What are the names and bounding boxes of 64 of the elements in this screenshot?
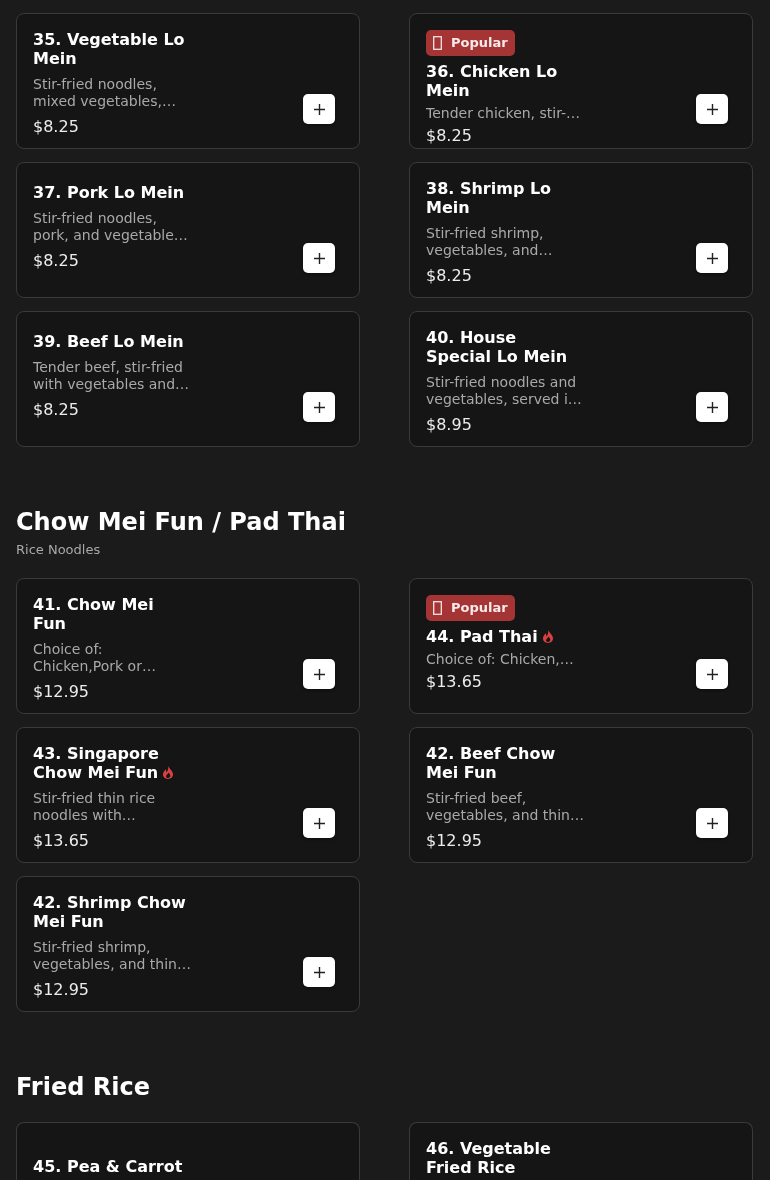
add-button[interactable] (696, 659, 728, 689)
add-button[interactable] (696, 808, 728, 838)
item-name: 37. Pork Lo Mein (33, 183, 185, 202)
add-button[interactable] (696, 243, 728, 273)
plus-icon (706, 817, 718, 829)
item-name: 38. Shrimp Lo Mein (426, 179, 552, 217)
item-price: $12.95 (33, 980, 89, 999)
add-button[interactable] (303, 94, 335, 124)
item-price: $8.25 (33, 117, 79, 136)
item-price: $8.25 (426, 126, 472, 145)
section-heading: Chow Mei Fun / Pad Thai (16, 508, 346, 537)
plus-icon (313, 668, 325, 680)
plus-icon (313, 401, 325, 413)
badge-label: Popular (451, 600, 508, 616)
item-name: 43. Singapore Chow Mei Fun (33, 744, 159, 782)
add-button[interactable] (303, 808, 335, 838)
item-price: $8.25 (426, 266, 472, 285)
item-name: 45. Pea & Carrot (33, 1157, 183, 1176)
plus-icon (706, 103, 718, 115)
item-price: $8.25 (33, 251, 79, 270)
item-name: 39. Beef Lo Mein (33, 332, 184, 351)
plus-icon (706, 668, 718, 680)
plus-icon (313, 103, 325, 115)
item-description: Stir-fried shrimp, vegetables, and… (426, 225, 554, 259)
plus-icon (706, 252, 718, 264)
item-description: Tender beef, stir-fried with vegetables and… (33, 359, 191, 393)
add-button[interactable] (303, 659, 335, 689)
section-subtitle: Rice Noodles (16, 542, 101, 558)
item-description: Stir-fried shrimp, vegetables, and thin… (33, 939, 192, 973)
add-button[interactable] (696, 94, 728, 124)
item-description: Stir-fried beef, vegetables, and thin… (426, 790, 585, 824)
item-name: 41. Chow Mei Fun (33, 595, 154, 633)
glyph-box-icon (433, 36, 442, 50)
item-name: 42. Shrimp Chow Mei Fun (33, 893, 186, 931)
add-button[interactable] (303, 243, 335, 273)
item-name: 44. Pad Thai (426, 627, 538, 646)
badge-label: Popular (451, 35, 508, 51)
item-price: $12.95 (426, 831, 482, 850)
item-description: Choice of: Chicken,Pork or… (33, 641, 157, 675)
item-price: $13.65 (33, 831, 89, 850)
item-name: 46. Vegetable Fried Rice (426, 1139, 551, 1177)
item-name: 36. Chicken Lo Mein (426, 62, 558, 100)
add-button[interactable] (303, 957, 335, 987)
plus-icon (313, 252, 325, 264)
item-price: $8.95 (426, 415, 472, 434)
item-name: 35. Vegetable Lo Mein (33, 30, 185, 68)
item-description: Stir-fried noodles, pork, and vegetable… (33, 210, 189, 244)
item-description: Stir-fried thin rice noodles with… (33, 790, 157, 824)
plus-icon (706, 401, 718, 413)
item-price: $13.65 (426, 672, 482, 691)
item-description: Choice of: Chicken,… (426, 651, 575, 668)
item-price: $12.95 (33, 682, 89, 701)
item-name: 40. House Special Lo Mein (426, 328, 568, 366)
item-description: Stir-fried noodles, mixed vegetables,… (33, 76, 177, 110)
item-description: Tender chicken, stir-… (426, 105, 582, 122)
glyph-box-icon (433, 601, 442, 615)
item-description: Stir-fried noodles and vegetables, served i… (426, 374, 583, 408)
section-heading: Fried Rice (16, 1073, 150, 1102)
plus-icon (313, 966, 325, 978)
plus-icon (313, 817, 325, 829)
add-button[interactable] (696, 392, 728, 422)
item-name: 42. Beef Chow Mei Fun (426, 744, 556, 782)
add-button[interactable] (303, 392, 335, 422)
item-price: $8.25 (33, 400, 79, 419)
